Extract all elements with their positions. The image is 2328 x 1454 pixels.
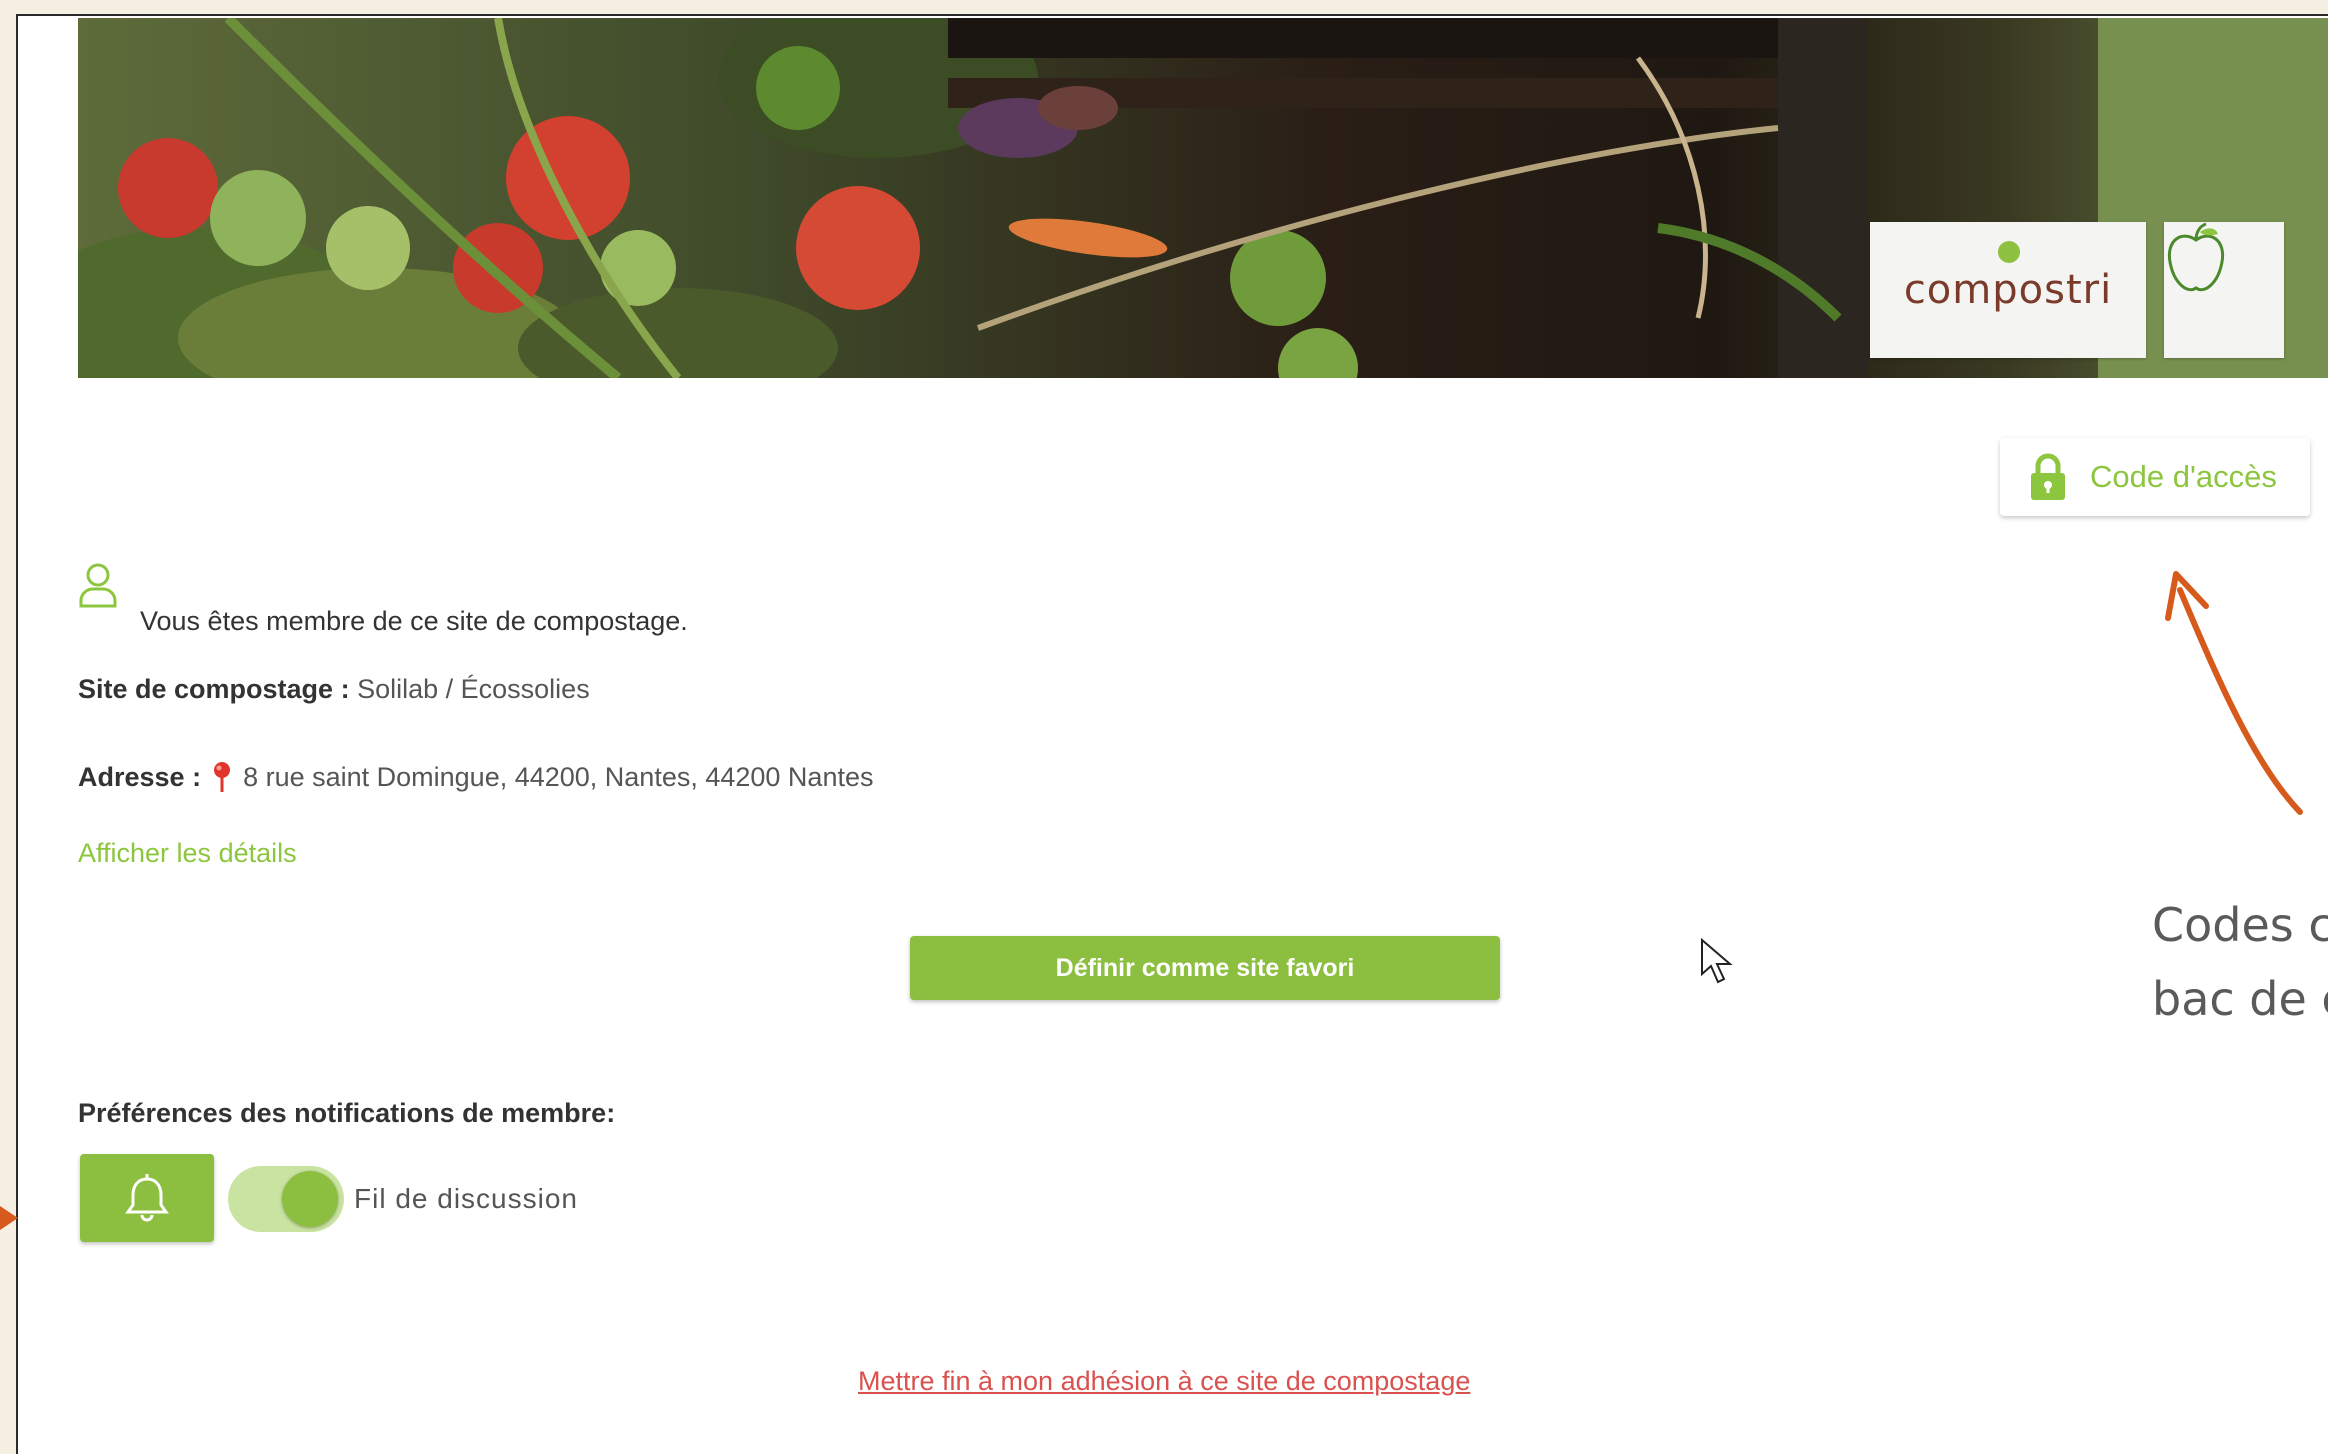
site-value: Solilab / Écossolies — [357, 674, 590, 704]
address-info: Adresse : 8 rue saint Domingue, 44200, N… — [78, 761, 873, 793]
compostri-logo-text: compostri — [1903, 267, 2113, 313]
toggle-knob — [282, 1171, 338, 1227]
compostri-logo: compostri — [1870, 222, 2146, 358]
app-frame: compostri Code d'accès Vous êtes membre … — [16, 14, 2328, 1454]
notification-preferences-title: Préférences des notifications de membre: — [78, 1098, 616, 1128]
site-banner-image: compostri — [78, 18, 2328, 378]
annotation-text-line-2: bac de c — [2152, 972, 2328, 1026]
end-membership-link[interactable]: Mettre fin à mon adhésion à ce site de c… — [858, 1366, 1470, 1397]
address-value: 8 rue saint Domingue, 44200, Nantes, 442… — [243, 761, 874, 792]
set-favorite-button[interactable]: Définir comme site favori — [910, 936, 1500, 1000]
lock-icon — [2031, 453, 2065, 500]
apple-icon — [2167, 222, 2225, 292]
discussion-thread-label: Fil de discussion — [354, 1183, 578, 1214]
address-label: Adresse : — [78, 761, 202, 792]
site-label: Site de compostage : — [78, 674, 350, 704]
access-code-label: Code d'accès — [2090, 459, 2277, 494]
mouse-cursor-icon — [1701, 938, 1733, 984]
discussion-thread-toggle[interactable] — [228, 1166, 344, 1232]
annotation-text-line-1: Codes c — [2152, 898, 2328, 952]
show-details-link[interactable]: Afficher les détails — [78, 838, 297, 869]
notification-bell-button[interactable] — [80, 1154, 214, 1242]
membership-message: Vous êtes membre de ce site de compostag… — [140, 606, 688, 636]
map-pin-icon — [214, 762, 231, 792]
apple-logo — [2164, 222, 2284, 358]
compostri-logo-mark — [1997, 241, 2020, 263]
site-info: Site de compostage : Solilab / Écossolie… — [78, 674, 590, 705]
user-icon — [79, 563, 117, 608]
access-code-button[interactable]: Code d'accès — [2000, 438, 2310, 516]
bell-icon — [125, 1174, 169, 1222]
